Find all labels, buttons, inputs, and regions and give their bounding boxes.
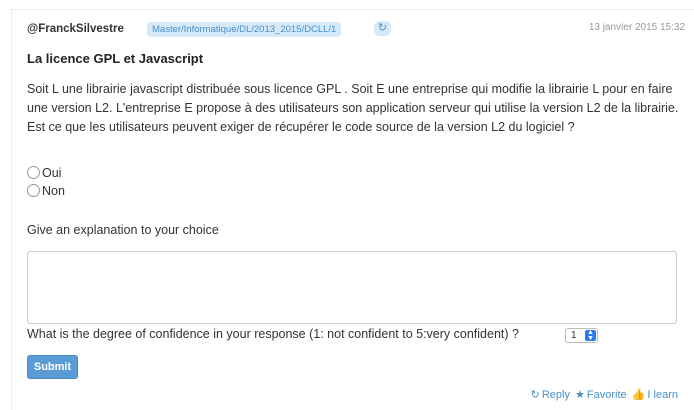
reply-icon[interactable]: ↻ bbox=[531, 389, 540, 401]
star-icon[interactable]: ★ bbox=[575, 389, 585, 401]
path-badge[interactable]: Master/Informatique/DL/2013_2015/DCLL/1 bbox=[147, 22, 342, 37]
option-oui[interactable]: Oui bbox=[27, 165, 61, 181]
confidence-label: What is the degree of confidence in your… bbox=[27, 327, 519, 341]
option-label: Non bbox=[42, 184, 65, 198]
timestamp: 13 janvier 2015 15:32 bbox=[588, 22, 685, 33]
thumbs-up-icon[interactable]: 👍 bbox=[632, 389, 646, 401]
chevron-updown-icon: ▲ ▼ bbox=[585, 329, 596, 342]
explanation-label: Give an explanation to your choice bbox=[27, 223, 219, 237]
learn-link[interactable]: I learn bbox=[647, 389, 678, 401]
confidence-select[interactable]: 1 ▲ ▼ bbox=[565, 328, 598, 343]
radio-button[interactable] bbox=[27, 184, 40, 197]
confidence-value: 1 bbox=[571, 330, 577, 341]
question-header: @FranckSilvestre Master/Informatique/DL/… bbox=[27, 21, 687, 41]
option-non[interactable]: Non bbox=[27, 183, 65, 199]
question-text: Soit L une librairie javascript distribu… bbox=[27, 82, 679, 134]
action-links: ↻ Reply ★ Favorite 👍 I learn bbox=[529, 388, 678, 401]
radio-button[interactable] bbox=[27, 166, 40, 179]
explanation-textarea[interactable] bbox=[27, 251, 677, 324]
reply-link[interactable]: Reply bbox=[542, 389, 570, 401]
favorite-link[interactable]: Favorite bbox=[587, 389, 627, 401]
question-card: @FranckSilvestre Master/Informatique/DL/… bbox=[11, 9, 694, 410]
question-title: La licence GPL et Javascript bbox=[27, 51, 204, 66]
submit-button[interactable]: Submit bbox=[27, 355, 78, 379]
author-link[interactable]: @FranckSilvestre bbox=[27, 23, 124, 35]
option-label: Oui bbox=[42, 166, 62, 180]
refresh-icon[interactable]: ↻ bbox=[374, 21, 391, 36]
